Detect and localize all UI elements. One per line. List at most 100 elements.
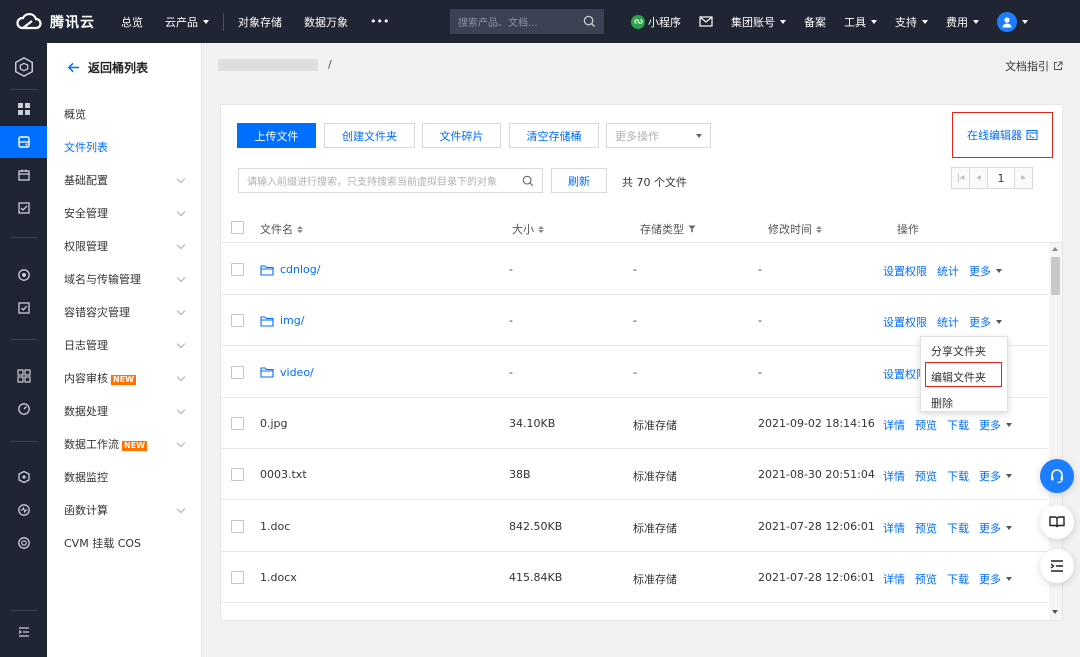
- row-action-link[interactable]: 下载: [947, 468, 969, 484]
- header-modified-time[interactable]: 修改时间: [768, 221, 822, 237]
- row-action-link[interactable]: 预览: [915, 520, 937, 536]
- rail-item-bucket-list[interactable]: [0, 126, 47, 158]
- upload-file-button[interactable]: 上传文件: [237, 123, 316, 148]
- row-checkbox[interactable]: [231, 365, 244, 379]
- row-checkbox[interactable]: [231, 263, 244, 276]
- global-search-input[interactable]: 搜索产品、文档...: [450, 9, 604, 34]
- back-to-bucket-list[interactable]: 返回桶列表: [67, 59, 148, 76]
- row-action-link[interactable]: 详情: [883, 520, 905, 536]
- sidebar-item[interactable]: 文件列表: [64, 137, 188, 157]
- header-size[interactable]: 大小: [512, 221, 544, 237]
- doc-guide-link[interactable]: 文档指引: [1005, 58, 1063, 74]
- nav-cloud-products[interactable]: 云产品: [154, 0, 220, 43]
- file-name-cell[interactable]: cdnlog/: [260, 263, 320, 276]
- row-action-link[interactable]: 详情: [883, 571, 905, 587]
- customer-service-button[interactable]: [1040, 459, 1074, 493]
- scroll-thumb[interactable]: [1051, 257, 1060, 295]
- page-number[interactable]: 1: [987, 167, 1015, 189]
- create-folder-button[interactable]: 创建文件夹: [324, 123, 415, 148]
- billing-menu[interactable]: 费用: [937, 0, 988, 43]
- row-more-button[interactable]: 更多: [969, 263, 1002, 279]
- header-file-name[interactable]: 文件名: [260, 221, 303, 237]
- rail-item-apps[interactable]: [0, 360, 47, 392]
- docs-button[interactable]: [1040, 505, 1074, 539]
- filing-link[interactable]: 备案: [795, 0, 835, 43]
- clear-bucket-button[interactable]: 清空存储桶: [509, 123, 599, 148]
- row-checkbox[interactable]: [231, 519, 244, 533]
- nav-more[interactable]: •••: [359, 0, 400, 43]
- row-checkbox[interactable]: [231, 416, 244, 430]
- row-action-link[interactable]: 详情: [883, 417, 905, 433]
- rail-collapse-button[interactable]: [0, 616, 47, 648]
- next-page-button[interactable]: ▸: [1014, 167, 1033, 189]
- more-operations-select[interactable]: 更多操作: [606, 123, 711, 148]
- row-more-button[interactable]: 更多: [979, 571, 1012, 587]
- row-checkbox[interactable]: [231, 570, 244, 584]
- file-fragments-button[interactable]: 文件碎片: [422, 123, 501, 148]
- row-action-link[interactable]: 统计: [937, 314, 959, 330]
- row-action-link[interactable]: 统计: [937, 263, 959, 279]
- outline-button[interactable]: [1040, 549, 1074, 583]
- rail-item-image[interactable]: [0, 192, 47, 224]
- row-action-link[interactable]: 设置权限: [883, 314, 927, 330]
- row-action-link[interactable]: 下载: [947, 520, 969, 536]
- rail-item-monitor[interactable]: [0, 259, 47, 291]
- sidebar-item[interactable]: 权限管理: [64, 236, 188, 256]
- sidebar-item[interactable]: CVM 挂载 COS: [64, 533, 188, 553]
- sidebar-item[interactable]: 内容审核 NEW: [64, 368, 188, 388]
- select-all-checkbox[interactable]: [231, 221, 244, 234]
- nav-data-wanxiang[interactable]: 数据万象: [293, 0, 359, 43]
- rail-item-overview[interactable]: [0, 93, 47, 125]
- sidebar-item[interactable]: 日志管理: [64, 335, 188, 355]
- row-action-link[interactable]: 预览: [915, 468, 937, 484]
- folder-name-link[interactable]: img/: [280, 314, 304, 327]
- row-more-button[interactable]: 更多: [979, 468, 1012, 484]
- sidebar-item[interactable]: 安全管理: [64, 203, 188, 223]
- mail-button[interactable]: [690, 0, 722, 43]
- sidebar-item[interactable]: 基础配置: [64, 170, 188, 190]
- file-name-cell[interactable]: img/: [260, 314, 304, 327]
- sidebar-item[interactable]: 数据监控: [64, 467, 188, 487]
- file-name-cell[interactable]: video/: [260, 366, 314, 379]
- sidebar-item[interactable]: 概览: [64, 104, 188, 124]
- scroll-up-icon[interactable]: [1052, 247, 1058, 251]
- sidebar-item[interactable]: 函数计算: [64, 500, 188, 520]
- row-action-link[interactable]: 预览: [915, 417, 937, 433]
- scroll-down-icon[interactable]: [1052, 610, 1058, 614]
- row-checkbox[interactable]: [231, 468, 244, 482]
- rail-item-calendar[interactable]: [0, 159, 47, 191]
- header-storage-class[interactable]: 存储类型: [640, 221, 696, 237]
- row-action-link[interactable]: 设置权限: [883, 263, 927, 279]
- prefix-search-input[interactable]: 请输入前缀进行搜索，只支持搜索当前虚拟目录下的对象: [238, 168, 543, 193]
- rail-item-tasks[interactable]: [0, 292, 47, 324]
- nav-object-storage[interactable]: 对象存储: [227, 0, 293, 43]
- rail-item-compass[interactable]: [0, 527, 47, 559]
- rail-item-security[interactable]: [0, 461, 47, 493]
- online-editor-button[interactable]: 在线编辑器: [952, 112, 1053, 158]
- rail-item-speed[interactable]: [0, 393, 47, 425]
- prev-page-button[interactable]: ◂: [969, 167, 988, 189]
- support-menu[interactable]: 支持: [886, 0, 937, 43]
- sidebar-item[interactable]: 数据处理: [64, 401, 188, 421]
- refresh-button[interactable]: 刷新: [551, 168, 607, 193]
- tools-menu[interactable]: 工具: [835, 0, 886, 43]
- row-more-button[interactable]: 更多: [979, 417, 1012, 433]
- folder-name-link[interactable]: video/: [280, 366, 314, 379]
- sidebar-item[interactable]: 域名与传输管理: [64, 269, 188, 289]
- dropdown-share-folder[interactable]: 分享文件夹: [931, 343, 986, 359]
- mini-program-link[interactable]: 小程序: [622, 0, 690, 43]
- rail-cos-logo[interactable]: [0, 50, 47, 84]
- row-more-button[interactable]: 更多: [979, 520, 1012, 536]
- row-more-button[interactable]: 更多: [969, 314, 1002, 330]
- user-menu[interactable]: [988, 0, 1037, 43]
- group-account-menu[interactable]: 集团账号: [722, 0, 795, 43]
- row-action-link[interactable]: 预览: [915, 571, 937, 587]
- sidebar-item[interactable]: 数据工作流 NEW: [64, 434, 188, 454]
- row-action-link[interactable]: 下载: [947, 417, 969, 433]
- bucket-name-redacted[interactable]: [218, 58, 318, 71]
- first-page-button[interactable]: |◂: [951, 167, 970, 189]
- sidebar-item[interactable]: 容错容灾管理: [64, 302, 188, 322]
- folder-name-link[interactable]: cdnlog/: [280, 263, 320, 276]
- dropdown-delete[interactable]: 删除: [931, 395, 953, 411]
- row-action-link[interactable]: 下载: [947, 571, 969, 587]
